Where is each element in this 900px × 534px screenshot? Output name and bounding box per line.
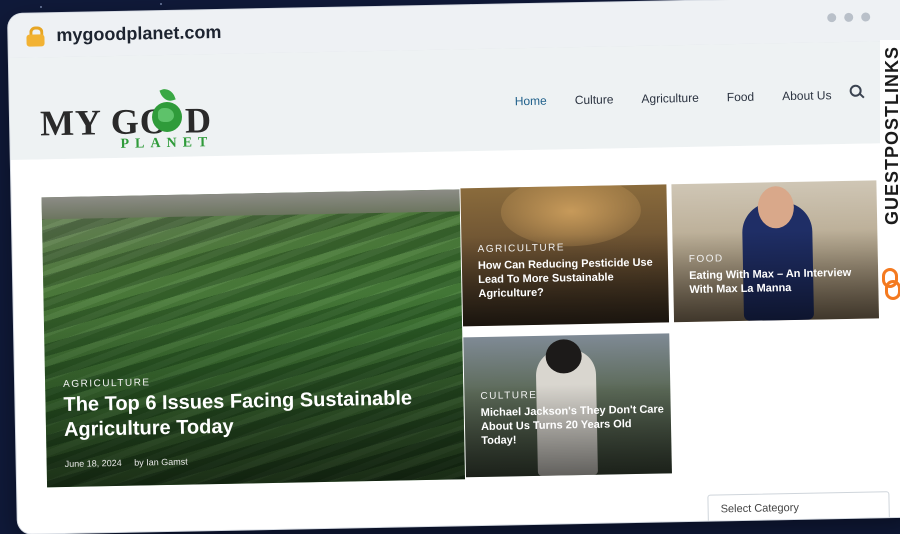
post-category[interactable]: AGRICULTURE (478, 242, 566, 255)
site-logo[interactable]: MY GO D PLANET (40, 86, 231, 157)
window-dot-icon[interactable] (827, 13, 837, 23)
window-controls (827, 12, 871, 23)
nav-agriculture[interactable]: Agriculture (641, 91, 699, 106)
featured-category[interactable]: AGRICULTURE (63, 377, 151, 390)
site-header: MY GO D PLANET Home Culture Agriculture … (8, 40, 900, 160)
featured-post[interactable]: AGRICULTURE The Top 6 Issues Facing Sust… (41, 189, 466, 488)
post-date: June 18, 2024 (64, 457, 122, 469)
lock-icon (26, 26, 45, 47)
nav-about-us[interactable]: About Us (782, 88, 832, 103)
post-category[interactable]: CULTURE (480, 390, 537, 402)
post-card[interactable]: AGRICULTURE How Can Reducing Pesticide U… (460, 184, 670, 327)
window-dot-icon[interactable] (844, 12, 854, 22)
post-title[interactable]: How Can Reducing Pesticide Use Lead To M… (478, 257, 659, 302)
post-author[interactable]: by Ian Gamst (134, 457, 188, 468)
category-select[interactable]: Select Category (707, 491, 890, 525)
watermark-text: GUESTPOSTLINKS (880, 40, 900, 232)
link-icon (882, 268, 900, 300)
nav-food[interactable]: Food (727, 90, 755, 105)
main-content: AGRICULTURE The Top 6 Issues Facing Sust… (10, 142, 900, 534)
globe-icon (151, 101, 183, 133)
logo-subtitle: PLANET (120, 135, 214, 152)
post-card[interactable]: FOOD Eating With Max – An Interview With… (671, 180, 880, 323)
search-icon[interactable] (849, 84, 865, 99)
post-category[interactable]: FOOD (689, 253, 724, 265)
url-text[interactable]: mygoodplanet.com (56, 22, 221, 46)
main-nav: Home Culture Agriculture Food About Us (515, 88, 860, 109)
select-placeholder: Select Category (720, 501, 800, 516)
guestpostlinks-watermark: GUESTPOSTLINKS (880, 40, 900, 300)
browser-window: mygoodplanet.com MY GO D PLANET Home Cul… (8, 0, 900, 534)
window-dot-icon[interactable] (861, 12, 871, 22)
post-card[interactable]: CULTURE Michael Jackson's They Don't Car… (463, 333, 672, 478)
post-title[interactable]: Michael Jackson's They Don't Care About … (481, 403, 667, 448)
nav-home[interactable]: Home (515, 94, 547, 109)
nav-culture[interactable]: Culture (575, 92, 614, 107)
featured-title[interactable]: The Top 6 Issues Facing Sustainable Agri… (63, 386, 444, 443)
post-title[interactable]: Eating With Max – An Interview With Max … (689, 267, 869, 298)
